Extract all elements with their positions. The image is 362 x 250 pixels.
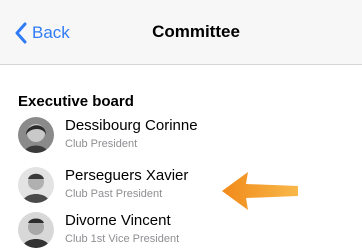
- navigation-bar: Back Committee: [0, 0, 362, 65]
- avatar: [18, 117, 54, 153]
- avatar: [18, 167, 54, 203]
- member-row[interactable]: Dessibourg Corinne Club President: [18, 115, 348, 155]
- member-role: Club Past President: [65, 188, 163, 200]
- member-role: Club 1st Vice President: [65, 233, 180, 245]
- page-title: Committee: [152, 22, 240, 41]
- member-role: Club President: [65, 138, 138, 150]
- member-name: Dessibourg Corinne: [65, 117, 198, 134]
- avatar: [18, 212, 54, 248]
- member-name: Perseguers Xavier: [65, 167, 189, 184]
- member-row[interactable]: Divorne Vincent Club 1st Vice President: [18, 210, 348, 250]
- section-title: Executive board: [18, 93, 134, 110]
- member-name: Divorne Vincent: [65, 212, 171, 229]
- annotation-arrow-icon: [222, 172, 298, 210]
